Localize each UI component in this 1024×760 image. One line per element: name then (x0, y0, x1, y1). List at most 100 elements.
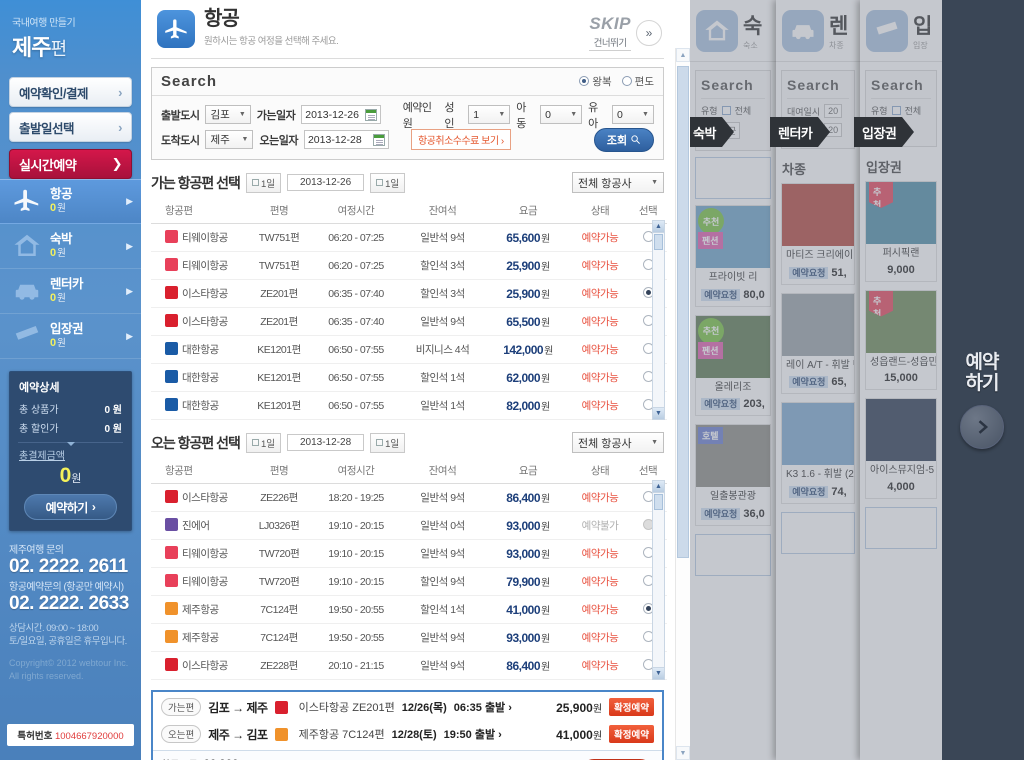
outbound-scrollbar[interactable]: ▲ ▼ (652, 220, 665, 420)
return-date-input[interactable]: 2013-12-28 (303, 130, 389, 149)
cell-seat: 일반석 9석 (400, 307, 485, 336)
outbound-prev-day-button[interactable]: 1일 (245, 172, 281, 193)
tab-rentcar[interactable]: 렌터카 (770, 117, 831, 147)
bg-card[interactable]: 추천 성읍랜드-성읍민 코스) 15,000 (865, 289, 937, 390)
bg-panel-title: 입 (913, 15, 932, 38)
bg-card[interactable]: 레이 A/T - 휘발 년식) 예약요청65, (781, 292, 855, 394)
scroll-down-arrow[interactable]: ▼ (653, 407, 664, 419)
tab-lodging[interactable]: 숙박 (685, 117, 734, 147)
table-row[interactable]: 제주항공 7C124편 19:50 - 20:55 할인석 1석 41,000원 예약가능 (151, 595, 667, 624)
background-panel-ticket[interactable]: 입 입장 Search 유형 전체 유료 입장권 추천 (860, 0, 942, 760)
bg-list-title: 차종 (782, 162, 806, 177)
table-row[interactable]: 티웨이항공 TW720편 19:10 - 20:15 할인석 9석 79,900원 예약가… (151, 567, 667, 596)
outbound-next-day-button[interactable]: 1일 (370, 172, 406, 193)
next-arrow-button[interactable] (960, 404, 1004, 449)
sidebar-button-reservation-check[interactable]: 예약확인/결제 › (9, 77, 132, 107)
table-row[interactable]: 이스타항공 ZE226편 18:20 - 19:25 일반석 9석 86,400원 예약가… (151, 483, 667, 512)
inbound-scrollbar[interactable]: ▲ ▼ (652, 480, 665, 680)
bg-row-value[interactable]: 20 (824, 104, 843, 118)
trip-type-group[interactable]: 왕복 편도 (579, 74, 654, 89)
radio-icon[interactable] (621, 76, 632, 86)
bg-card[interactable]: 추천 펜션 올레리조 예약요청 203, (695, 314, 771, 416)
table-row[interactable]: 제주항공 7C124편 19:50 - 20:55 일반석 9석 93,000원 예약가능 (151, 623, 667, 652)
calendar-icon[interactable] (372, 133, 385, 146)
scroll-thumb[interactable] (654, 494, 663, 510)
sidebar-button-departure-date[interactable]: 출발일선택 › (9, 112, 132, 142)
calendar-icon[interactable] (364, 108, 377, 121)
scroll-up-arrow[interactable]: ▲ (653, 481, 664, 493)
search-button[interactable]: 조회 (594, 127, 654, 152)
table-row[interactable]: 진에어 LJ0326편 19:10 - 20:15 일반석 0석 93,000원 예약불가 (151, 511, 667, 540)
table-row[interactable]: 티웨이항공 TW751편 06:20 - 07:25 일반석 9석 65,600원 예약가… (151, 223, 667, 252)
bg-search-row[interactable]: 유형 전체 (871, 104, 931, 117)
airline-logo-icon (165, 314, 178, 327)
adult-select[interactable]: 1 ▼ (468, 105, 511, 124)
table-row[interactable]: 티웨이항공 TW751편 06:20 - 07:25 할인석 3석 25,900원 예약가… (151, 251, 667, 280)
table-row[interactable]: 대한항공 KE1201편 06:50 - 07:55 비지니스 4석 142,000원 예… (151, 335, 667, 364)
sidebar-live-booking-header[interactable]: 실시간예약 ❯ (9, 149, 132, 179)
background-panel-lodging[interactable]: 숙 숙소 Search 유형 전체 역 구/군 추천 (690, 0, 776, 760)
bg-card[interactable]: 아이스뮤지엄-5 4,000 (865, 398, 937, 499)
inbound-next-day-button[interactable]: 1일 (370, 432, 406, 453)
table-row[interactable]: 이스타항공 ZE201편 06:35 - 07:40 할인석 3석 25,900원 예약가… (151, 279, 667, 308)
cell-flightno: ZE228편 (246, 651, 312, 680)
bg-card-price: 예약요청 80,0 (696, 287, 770, 306)
table-row[interactable]: 티웨이항공 TW720편 19:10 - 20:15 일반석 9석 93,000원 예약가… (151, 539, 667, 568)
sidebar-item-label: 숙박 (50, 232, 73, 247)
bg-card-caption: 레이 A/T - 휘발 년식) (786, 359, 854, 371)
sidebar-item-rentcar[interactable]: 렌터카 0원 ▶ (0, 269, 141, 314)
outbound-airline-filter[interactable]: 전체 항공사 ▼ (572, 172, 664, 193)
scroll-up-arrow[interactable]: ▲ (653, 221, 664, 233)
radio-oneway[interactable]: 편도 (621, 74, 654, 89)
sidebar-nav: 항공 0원 ▶ 숙박 0원 ▶ 렌터카 0원 ▶ 입장권 0원 ▶ (0, 179, 141, 359)
inbound-airline-filter[interactable]: 전체 항공사 ▼ (572, 432, 664, 453)
background-panel-rentcar[interactable]: 렌 차종 Search 대여일시 20 반납일시 20 차종 마티즈 크리에이 … (776, 0, 860, 760)
arrive-city-select[interactable]: 제주 ▼ (205, 130, 254, 149)
main-scrollbar[interactable]: ▲ ▼ (675, 48, 690, 760)
return-date-value: 2013-12-28 (307, 133, 362, 146)
tab-ticket[interactable]: 입장권 (854, 117, 915, 147)
bg-card[interactable]: 추천 펜션 프라이빗 리 예약요청 80,0 (695, 205, 771, 307)
outbound-date[interactable]: 2013-12-26 (286, 174, 365, 191)
cancel-fee-link[interactable]: 항공취소수수료 보기 › (410, 129, 511, 150)
table-row[interactable]: 이스타항공 ZE201편 06:35 - 07:40 일반석 9석 65,500원 예약가… (151, 307, 667, 336)
sidebar-item-price: 0원 (50, 291, 66, 304)
calendar-mini-icon (376, 439, 384, 446)
scroll-thumb[interactable] (677, 66, 689, 558)
infant-value: 0 (616, 108, 623, 121)
book-now-button[interactable]: 예약하기 › (24, 494, 117, 520)
leg-confirm-badge[interactable]: 확정예약 (609, 725, 654, 743)
inbound-prev-day-button[interactable]: 1일 (245, 432, 281, 453)
infant-select[interactable]: 0 ▼ (611, 105, 654, 124)
sidebar-item-lodging[interactable]: 숙박 0원 ▶ (0, 224, 141, 269)
checkbox-icon[interactable] (891, 106, 901, 115)
table-row[interactable]: 대한항공 KE1201편 06:50 - 07:55 일반석 1석 82,000원 예약가… (151, 391, 667, 420)
scroll-down-arrow[interactable]: ▼ (653, 667, 664, 679)
bg-card[interactable]: 호텔 일출봉관광 예약요청 36,0 (695, 424, 771, 526)
table-row[interactable]: 대한항공 KE1201편 06:50 - 07:55 할인석 1석 62,000원 예약가… (151, 363, 667, 392)
inbound-date[interactable]: 2013-12-28 (286, 434, 365, 451)
radio-icon[interactable] (579, 76, 590, 86)
cell-time: 06:20 - 07:25 (312, 251, 400, 280)
depart-date-input[interactable]: 2013-12-26 (301, 105, 381, 124)
leg-confirm-badge[interactable]: 확정예약 (609, 698, 654, 716)
scroll-up-arrow[interactable]: ▲ (676, 48, 690, 62)
bg-search-row[interactable]: 대여일시 20 (787, 104, 849, 118)
skip-button[interactable]: » (636, 19, 662, 46)
depart-city-select[interactable]: 김포 ▼ (205, 105, 251, 124)
house-icon (10, 229, 44, 263)
skip-control[interactable]: SKIP 건너뛰기 » (589, 8, 662, 51)
child-select[interactable]: 0 ▼ (540, 105, 583, 124)
checkbox-icon[interactable] (721, 106, 731, 115)
bg-card[interactable]: K3 1.6 - 휘발 (2012년식 예약요청74, (781, 402, 855, 504)
bg-search-row[interactable]: 유형 전체 (701, 104, 765, 117)
scroll-down-arrow[interactable]: ▼ (676, 746, 690, 760)
sidebar-item-ticket[interactable]: 입장권 0원 ▶ (0, 314, 141, 359)
sidebar-item-flight[interactable]: 항공 0원 ▶ (0, 179, 141, 224)
table-row[interactable]: 이스타항공 ZE228편 20:10 - 21:15 일반석 9석 86,400원 예약가… (151, 651, 667, 680)
bg-card[interactable]: 추천 퍼시픽랜 9,000 (865, 181, 937, 282)
radio-roundtrip[interactable]: 왕복 (579, 74, 612, 89)
next-step-cta[interactable]: 예약 하기 (946, 352, 1018, 449)
scroll-thumb[interactable] (654, 234, 663, 250)
bg-card[interactable]: 마티즈 크리에이 A/T-LPG/휘발 예약요청51, (781, 183, 855, 285)
